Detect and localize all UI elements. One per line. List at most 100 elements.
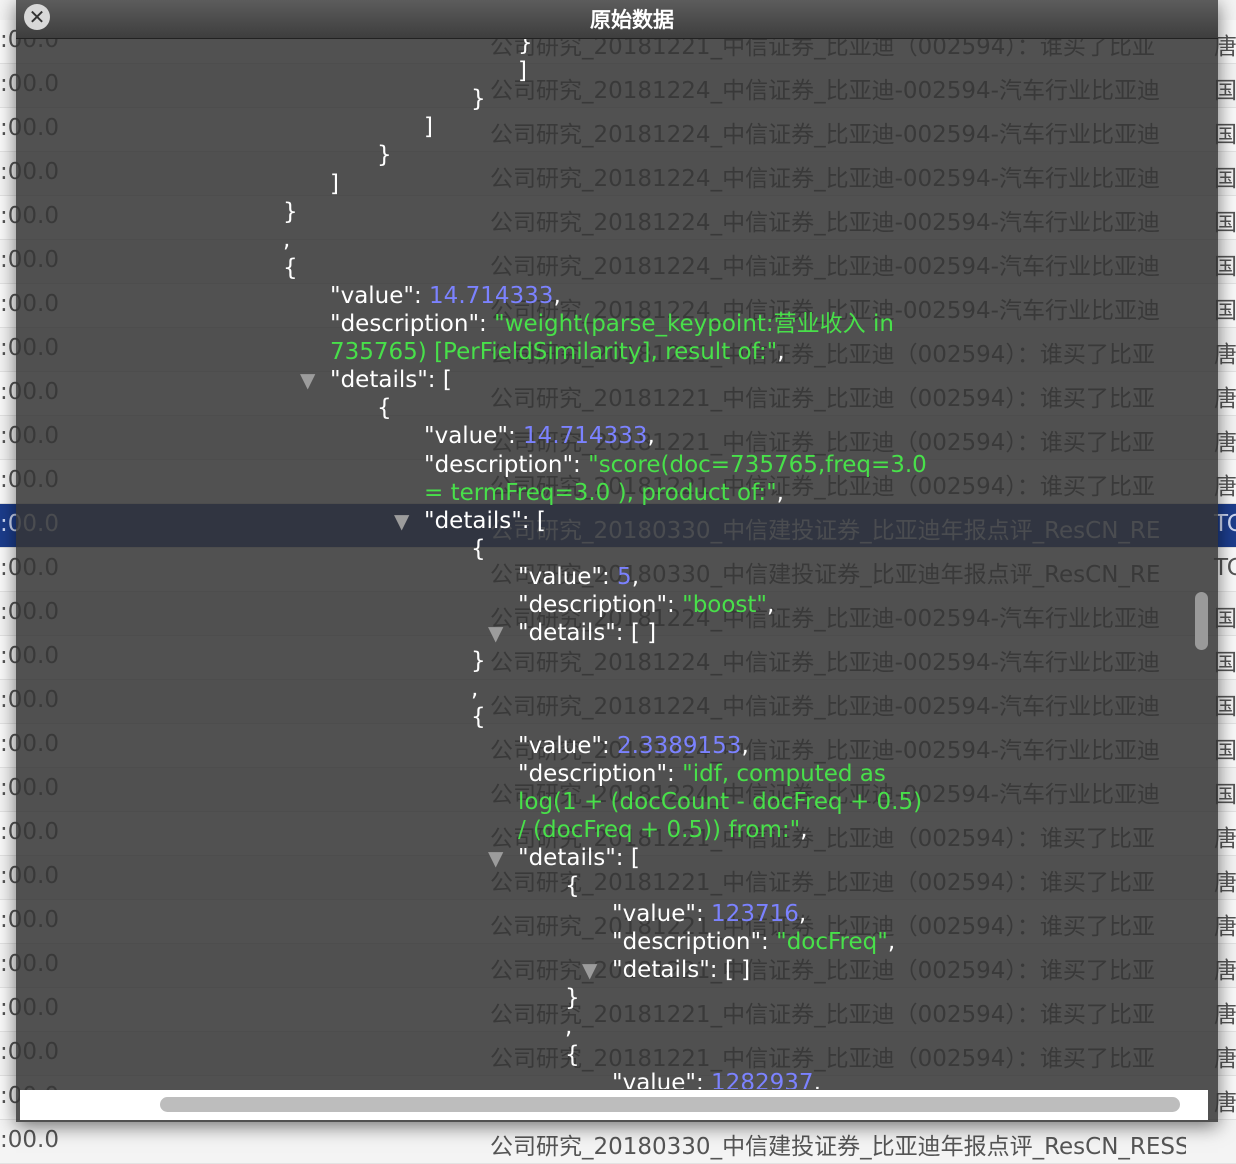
collapse-triangle-icon[interactable]: ▼ xyxy=(394,507,409,535)
json-punctuation: "value": xyxy=(518,563,618,590)
collapse-triangle-icon[interactable]: ▼ xyxy=(488,844,503,872)
json-punctuation: ] xyxy=(518,58,527,85)
json-punctuation: { xyxy=(471,704,486,731)
json-line: "description": "idf, computed as xyxy=(518,760,886,788)
json-line: , xyxy=(471,675,478,703)
json-punctuation: "description": xyxy=(518,760,683,787)
json-line: "description": "score(doc=735765,freq=3.… xyxy=(424,451,927,479)
json-punctuation: , xyxy=(283,226,291,253)
json-string: / (docFreq + 0.5)) from:" xyxy=(518,816,801,843)
json-line: } xyxy=(518,39,533,57)
raw-data-dialog: ✕ 原始数据 }]}]}]},{"value": 14.714333, "desc… xyxy=(16,0,1218,1122)
vertical-scroll-thumb[interactable] xyxy=(1195,592,1208,650)
json-punctuation: ] xyxy=(424,114,433,141)
json-line: ] xyxy=(330,170,339,198)
row-title-cell: 公司研究_20180330_中信建投证券_比亚迪年报点评_ResCN_RESST xyxy=(490,1134,1186,1160)
collapse-triangle-icon[interactable]: ▼ xyxy=(488,619,503,647)
json-line: { xyxy=(565,872,580,900)
json-line: { xyxy=(471,535,486,563)
json-line: ] xyxy=(518,57,527,85)
json-line: "value": 2.3389153, xyxy=(518,732,749,760)
json-punctuation: , xyxy=(767,592,775,618)
json-punctuation: } xyxy=(518,39,533,56)
json-line: "details": [ xyxy=(330,366,452,394)
json-line: } xyxy=(471,647,486,675)
horizontal-scrollbar[interactable] xyxy=(20,1090,1208,1120)
json-line: "details": [ xyxy=(518,844,640,872)
json-number: 5 xyxy=(617,563,632,590)
json-punctuation: "description": xyxy=(424,451,589,478)
json-line: { xyxy=(565,1041,580,1069)
json-punctuation: , xyxy=(565,1013,573,1040)
json-line: } xyxy=(283,198,298,226)
json-line: , xyxy=(283,226,290,254)
json-line: } xyxy=(565,984,580,1012)
json-punctuation: , xyxy=(798,901,807,928)
json-number: 1282937 xyxy=(711,1069,814,1089)
json-punctuation: , xyxy=(647,423,655,450)
json-punctuation: , xyxy=(631,563,639,590)
json-string: = termFreq=3.0 ), product of:" xyxy=(424,479,777,506)
json-punctuation: "description": xyxy=(612,929,777,956)
json-punctuation: { xyxy=(283,254,298,281)
json-number: 123716 xyxy=(711,901,799,928)
json-line: "value": 14.714333, xyxy=(330,282,561,310)
row-time-cell: :00.0 xyxy=(0,1127,59,1153)
json-viewer: }]}]}]},{"value": 14.714333, "description… xyxy=(16,39,1186,1089)
json-punctuation: "value": xyxy=(518,732,618,759)
json-line: , xyxy=(565,1013,572,1041)
json-punctuation: "value": xyxy=(612,901,712,928)
collapse-triangle-icon[interactable]: ▼ xyxy=(300,366,315,394)
json-punctuation: { xyxy=(565,873,580,899)
json-punctuation: } xyxy=(471,86,486,113)
json-number: 2.3389153 xyxy=(617,732,742,759)
json-punctuation: , xyxy=(553,282,561,309)
json-punctuation: "details": [ xyxy=(518,844,640,871)
json-line: } xyxy=(377,141,392,169)
json-number: 14.714333 xyxy=(429,282,554,309)
json-line: "value": 5, xyxy=(518,563,639,591)
json-punctuation: } xyxy=(283,198,298,225)
json-string: log(1 + (docCount - docFreq + 0.5) xyxy=(518,788,923,815)
json-punctuation: { xyxy=(377,395,392,422)
json-number: 14.714333 xyxy=(523,423,648,450)
json-line: { xyxy=(377,394,392,422)
json-line: "description": "docFreq", xyxy=(612,928,895,956)
collapse-triangle-icon[interactable]: ▼ xyxy=(582,956,597,984)
json-line: = termFreq=3.0 ), product of:", xyxy=(424,479,784,507)
json-line: "value": 123716, xyxy=(612,900,806,928)
json-line: "value": 14.714333, xyxy=(424,422,655,450)
json-punctuation: , xyxy=(776,479,784,506)
json-punctuation: "details": [ ] xyxy=(612,957,751,984)
table-row[interactable]: :00.0 公司研究_20180330_中信建投证券_比亚迪年报点评_ResCN_… xyxy=(0,1120,1236,1164)
json-punctuation: "value": xyxy=(612,1069,712,1089)
json-string: "boost" xyxy=(682,592,768,618)
json-punctuation: , xyxy=(741,732,749,759)
horizontal-scroll-thumb[interactable] xyxy=(160,1097,1180,1112)
json-string: "idf, computed as xyxy=(682,760,886,787)
json-line: "details": [ xyxy=(424,507,546,535)
json-line: / (docFreq + 0.5)) from:", xyxy=(518,816,808,844)
json-punctuation: ] xyxy=(330,170,339,197)
json-string: "weight(parse_keypoint:营业收入 in xyxy=(494,311,894,337)
json-string: "score(doc=735765,freq=3.0 xyxy=(588,451,927,478)
json-line: { xyxy=(471,703,486,731)
json-punctuation: "description": xyxy=(518,592,683,618)
vertical-scrollbar[interactable] xyxy=(1190,40,1210,1090)
dialog-title: 原始数据 xyxy=(590,8,674,32)
json-line: ] xyxy=(424,113,433,141)
json-line: "details": [ ] xyxy=(612,956,750,984)
json-punctuation: , xyxy=(777,339,785,366)
json-punctuation: "value": xyxy=(330,282,430,309)
json-punctuation: "value": xyxy=(424,423,524,450)
json-punctuation: , xyxy=(800,816,808,843)
json-punctuation: "description": xyxy=(330,311,495,337)
json-punctuation: } xyxy=(471,648,486,675)
json-line: "details": [ ] xyxy=(518,619,656,647)
json-line: 735765) [PerFieldSimilarity], result of:… xyxy=(330,338,785,366)
json-line: "description": "weight(parse_keypoint:营业… xyxy=(330,310,894,338)
json-punctuation: , xyxy=(813,1069,821,1089)
json-line: { xyxy=(283,254,298,282)
json-line: } xyxy=(471,85,486,113)
json-punctuation: "details": [ ] xyxy=(518,620,657,647)
